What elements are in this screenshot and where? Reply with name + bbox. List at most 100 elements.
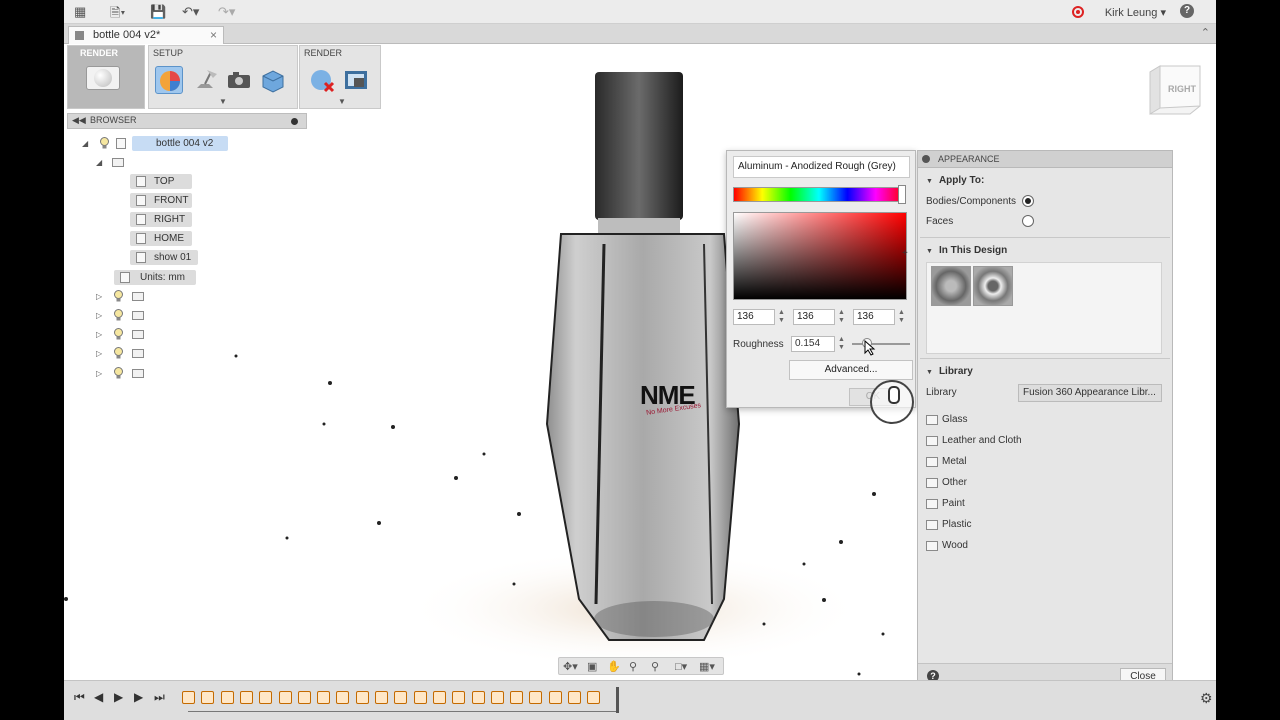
grid-settings-icon[interactable]: ▦▾: [699, 660, 715, 673]
expand-arrow-icon[interactable]: ◢: [82, 136, 88, 151]
blue-input[interactable]: 136: [853, 309, 895, 325]
scene-settings-button[interactable]: [191, 66, 219, 94]
texture-map-button[interactable]: [259, 66, 287, 94]
stepper-icon[interactable]: ▲ ▼: [897, 309, 906, 325]
timeline-feature-icon[interactable]: [201, 691, 215, 704]
roughness-slider[interactable]: [852, 343, 910, 345]
chevron-up-icon[interactable]: ⌃: [1201, 26, 1210, 39]
timeline-feature-icon[interactable]: [336, 691, 350, 704]
timeline-marker[interactable]: [616, 687, 619, 713]
apply-to-heading[interactable]: Apply To:: [926, 175, 984, 186]
saturation-value-picker[interactable]: [733, 212, 907, 300]
zoom-icon[interactable]: ⚲: [629, 660, 637, 673]
appearance-header[interactable]: APPEARANCE: [918, 151, 1172, 168]
render-gallery-button[interactable]: [342, 66, 370, 94]
material-swatch[interactable]: [973, 266, 1013, 306]
play-icon[interactable]: ▶: [114, 690, 123, 704]
chevron-right-icon[interactable]: ▷: [96, 308, 102, 323]
timeline-feature-icon[interactable]: [568, 691, 581, 704]
timeline-feature-icon[interactable]: [220, 691, 234, 704]
browser-header[interactable]: ◀◀ BROWSER: [67, 113, 307, 129]
collapse-browser-icon[interactable]: ◀◀: [72, 115, 86, 126]
chevron-right-icon[interactable]: ▷: [96, 366, 102, 381]
redo-icon[interactable]: ↷▾: [218, 4, 235, 20]
stepper-icon[interactable]: ▲ ▼: [777, 309, 786, 325]
apply-faces-radio[interactable]: [1022, 215, 1034, 227]
material-swatch[interactable]: [931, 266, 971, 306]
timeline-feature-icon[interactable]: [355, 691, 369, 704]
apply-bodies-radio[interactable]: [1022, 195, 1034, 207]
timeline-feature-icon[interactable]: [452, 691, 466, 704]
file-menu-icon[interactable]: 🗎▾: [110, 4, 125, 26]
help-icon[interactable]: ?: [1180, 4, 1194, 18]
visibility-bulb-icon[interactable]: [114, 347, 123, 359]
timeline-feature-icon[interactable]: [394, 691, 408, 704]
stepper-icon[interactable]: ▲ ▼: [837, 309, 846, 325]
close-icon[interactable]: ×: [210, 27, 217, 43]
apps-grid-icon[interactable]: ▦: [74, 4, 86, 20]
orbit-icon[interactable]: ✥▾: [563, 660, 578, 673]
material-name-field[interactable]: Aluminum - Anodized Rough (Grey): [733, 156, 910, 178]
timeline-feature-icon[interactable]: [375, 691, 388, 704]
timeline-feature-icon[interactable]: [259, 691, 273, 704]
timeline-feature-icon[interactable]: [471, 691, 485, 704]
document-tab[interactable]: bottle 004 v2* ×: [68, 26, 224, 44]
expand-arrow-icon[interactable]: ◢: [96, 155, 102, 170]
setup-dropdown-icon[interactable]: ▼: [219, 97, 227, 106]
timeline-feature-icon[interactable]: [490, 691, 504, 704]
fit-zoom-icon[interactable]: ⚲: [651, 660, 659, 673]
timeline-feature-icon[interactable]: [297, 691, 311, 704]
timeline-feature-icon[interactable]: [317, 691, 331, 704]
green-input[interactable]: 136: [793, 309, 835, 325]
ray-trace-button[interactable]: [308, 66, 336, 94]
step-forward-icon[interactable]: ▶: [134, 690, 143, 704]
red-input[interactable]: 136: [733, 309, 775, 325]
stepper-icon[interactable]: ▲ ▼: [837, 336, 846, 352]
render-dropdown-icon[interactable]: ▼: [338, 97, 346, 106]
library-heading[interactable]: Library: [926, 366, 973, 377]
pin-icon[interactable]: [291, 118, 298, 125]
timeline-feature-icon[interactable]: [529, 691, 543, 704]
pan-hand-icon[interactable]: ✋: [607, 660, 621, 673]
go-to-start-icon[interactable]: ⏮: [74, 690, 85, 705]
apply-faces-label: Faces: [926, 216, 954, 227]
timeline-feature-icon[interactable]: [413, 691, 427, 704]
crosshair-icon[interactable]: +: [902, 248, 908, 259]
in-this-design-heading[interactable]: In This Design: [926, 245, 1007, 256]
timeline-feature-icon[interactable]: [432, 691, 446, 704]
look-at-icon[interactable]: ▣: [587, 660, 597, 673]
document-cube-icon: [75, 31, 84, 40]
panel-menu-icon[interactable]: [922, 155, 930, 163]
advanced-button[interactable]: Advanced...: [789, 360, 913, 380]
timeline-feature-icon[interactable]: [548, 691, 562, 704]
user-menu[interactable]: Kirk Leung ▾: [1105, 6, 1166, 19]
hue-slider[interactable]: [733, 187, 905, 202]
chevron-right-icon[interactable]: ▷: [96, 289, 102, 304]
camera-button[interactable]: [225, 66, 253, 94]
timeline-feature-icon[interactable]: [278, 691, 292, 704]
visibility-bulb-icon[interactable]: [100, 137, 109, 149]
go-to-end-icon[interactable]: ⏭: [154, 690, 165, 705]
appearance-tool-button[interactable]: [155, 66, 183, 94]
visibility-bulb-icon[interactable]: [114, 309, 123, 321]
timeline-feature-icon[interactable]: [239, 691, 253, 704]
hue-slider-handle[interactable]: [898, 185, 906, 204]
workspace-switcher[interactable]: RENDER: [67, 45, 145, 109]
chevron-right-icon[interactable]: ▷: [96, 346, 102, 361]
timeline-feature-icon[interactable]: [587, 691, 601, 704]
gear-icon[interactable]: ⚙: [1200, 690, 1213, 707]
record-icon[interactable]: [1072, 6, 1084, 18]
visibility-bulb-icon[interactable]: [114, 367, 123, 379]
visibility-bulb-icon[interactable]: [114, 328, 123, 340]
visibility-bulb-icon[interactable]: [114, 290, 123, 302]
timeline-feature-icon[interactable]: [182, 691, 195, 704]
view-cube[interactable]: RIGHT: [1146, 64, 1202, 118]
roughness-input[interactable]: 0.154: [791, 336, 835, 352]
step-back-icon[interactable]: ◀: [94, 690, 103, 704]
display-settings-icon[interactable]: □▾: [675, 660, 687, 673]
undo-icon[interactable]: ↶▾: [182, 4, 199, 20]
save-icon[interactable]: 💾: [150, 4, 166, 20]
timeline-feature-icon[interactable]: [510, 691, 524, 704]
chevron-right-icon[interactable]: ▷: [96, 327, 102, 342]
library-select[interactable]: Fusion 360 Appearance Libr...: [1018, 384, 1162, 402]
